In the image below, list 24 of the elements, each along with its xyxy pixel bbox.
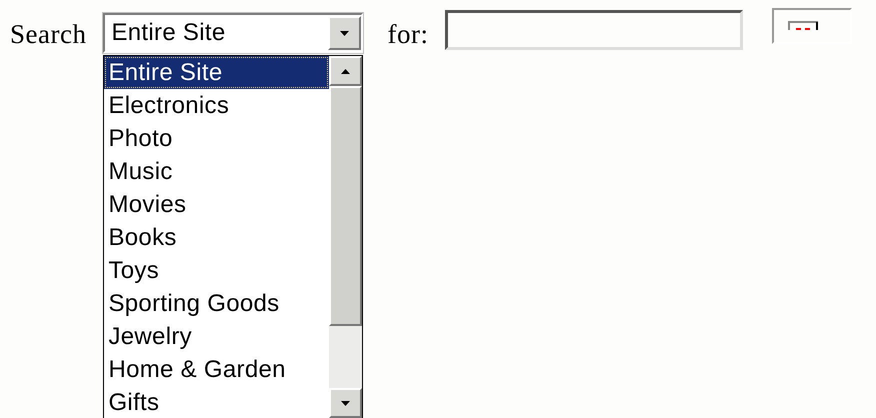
search-field[interactable]: [445, 10, 744, 50]
search-label: Search: [10, 19, 86, 50]
dropdown-button[interactable]: [328, 16, 362, 50]
up-arrow-icon: [341, 68, 350, 74]
dropdown-option[interactable]: Photo: [104, 122, 330, 155]
dropdown-option[interactable]: Movies: [104, 188, 330, 221]
dropdown-option[interactable]: Entire Site: [104, 56, 330, 89]
dropdown-option[interactable]: Books: [104, 221, 330, 254]
dropdown-option[interactable]: Home & Garden: [104, 353, 330, 386]
dropdown-option[interactable]: Electronics: [104, 89, 330, 122]
button-image-icon: [788, 21, 818, 31]
dropdown-option[interactable]: Gifts: [104, 386, 330, 418]
scroll-thumb[interactable]: [329, 86, 362, 326]
dropdown-option[interactable]: Sporting Goods: [104, 287, 330, 320]
scroll-down-button[interactable]: [329, 388, 362, 418]
scroll-up-button[interactable]: [329, 56, 362, 86]
dropdown-option[interactable]: Toys: [104, 254, 330, 287]
down-arrow-icon: [341, 400, 350, 406]
dropdown-option[interactable]: Jewelry: [104, 320, 330, 353]
category-select[interactable]: Entire Site: [103, 13, 364, 53]
search-button[interactable]: [772, 8, 852, 44]
dropdown-option[interactable]: Music: [104, 155, 330, 188]
for-label: for:: [387, 19, 428, 50]
down-arrow-icon: [340, 30, 350, 36]
